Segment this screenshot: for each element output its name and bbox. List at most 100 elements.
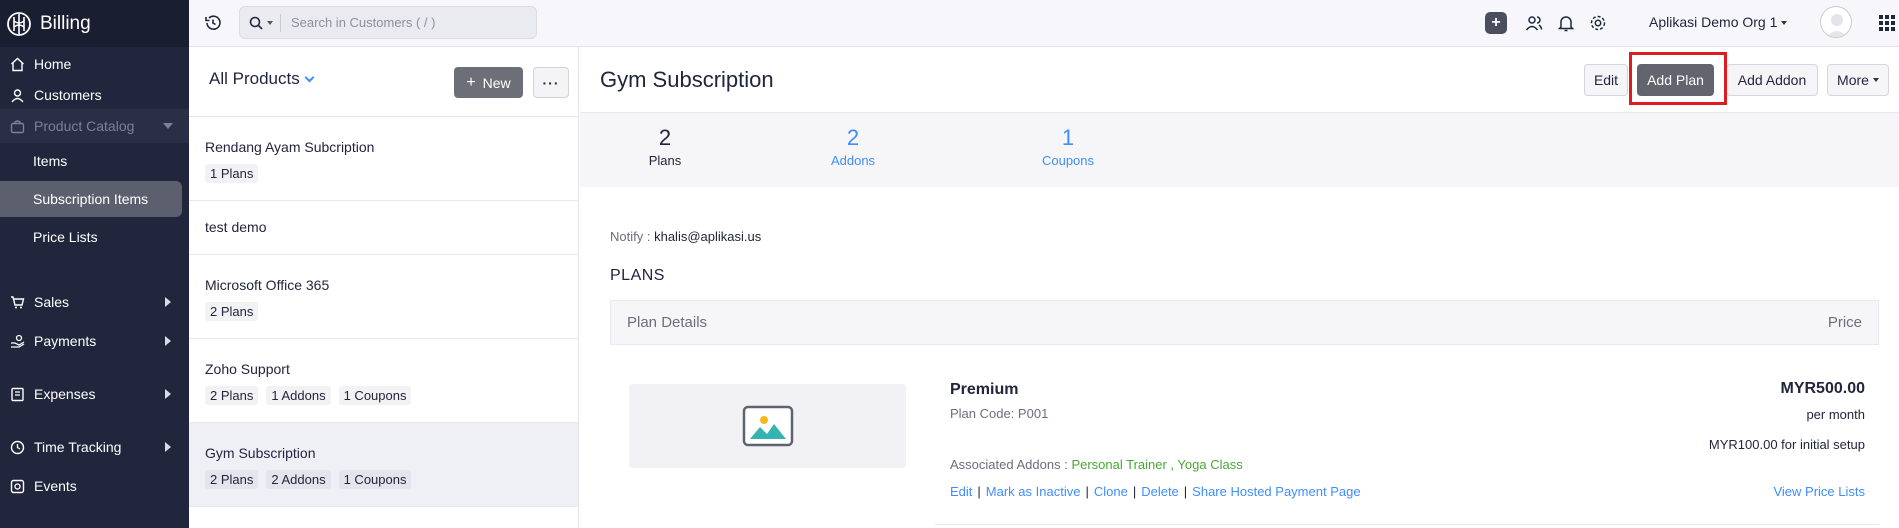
more-options-button[interactable]: ··· bbox=[533, 67, 569, 98]
plan-details-column: Plan Details bbox=[627, 314, 708, 331]
bag-icon bbox=[8, 117, 26, 135]
search-box[interactable] bbox=[239, 6, 537, 39]
sidebar-item-label: Price Lists bbox=[33, 229, 98, 245]
plans-count: 2 bbox=[658, 125, 672, 150]
chevron-right-icon bbox=[165, 389, 171, 399]
search-filter-dropdown-icon[interactable] bbox=[267, 20, 273, 25]
notify-line: Notify : khalis@aplikasi.us bbox=[610, 229, 761, 244]
search-input[interactable] bbox=[291, 15, 511, 30]
product-name: Microsoft Office 365 bbox=[205, 277, 330, 293]
sidebar-item-label: Payments bbox=[34, 333, 97, 349]
sidebar-item-label: Events bbox=[34, 478, 77, 494]
search-icon[interactable] bbox=[249, 16, 263, 30]
billing-logo-icon bbox=[7, 11, 31, 36]
sidebar-item-time-tracking[interactable]: Time Tracking bbox=[0, 430, 189, 464]
sidebar-item-label: Subscription Items bbox=[33, 191, 149, 207]
sidebar-item-price-lists[interactable]: Price Lists bbox=[0, 219, 182, 255]
events-icon bbox=[8, 477, 26, 495]
sidebar-item-payments[interactable]: Payments bbox=[0, 324, 189, 358]
sidebar-item-items[interactable]: Items bbox=[0, 143, 182, 179]
sidebar-item-label: Home bbox=[34, 56, 72, 72]
plans-table-header: Plan Details Price bbox=[610, 300, 1879, 345]
mark-inactive-link[interactable]: Mark as Inactive bbox=[986, 484, 1081, 499]
new-button[interactable]: + New bbox=[454, 67, 523, 98]
list-item[interactable]: Rendang Ayam Subcription 1 Plans bbox=[189, 117, 578, 201]
sidebar-item-events[interactable]: Events bbox=[0, 469, 189, 503]
organization-name: Aplikasi Demo Org 1 bbox=[1649, 14, 1778, 30]
app-title: Billing bbox=[40, 12, 91, 34]
price-column: Price bbox=[1827, 314, 1862, 331]
gear-icon[interactable] bbox=[1588, 13, 1608, 33]
new-button-label: New bbox=[482, 74, 511, 91]
bell-icon[interactable] bbox=[1556, 13, 1576, 33]
sidebar-item-sales[interactable]: Sales bbox=[0, 285, 189, 319]
addons-count: 2 bbox=[846, 125, 860, 150]
plan-billing-period: per month bbox=[1806, 407, 1865, 422]
product-detail-pane: Gym Subscription Edit Add Plan Add Addon… bbox=[580, 47, 1899, 528]
chevron-down-icon bbox=[163, 123, 173, 129]
edit-button[interactable]: Edit bbox=[1584, 64, 1628, 96]
image-icon bbox=[742, 405, 793, 447]
sidebar-item-label: Time Tracking bbox=[34, 439, 122, 455]
sidebar-item-expenses[interactable]: Expenses bbox=[0, 377, 189, 411]
sidebar: Billing Home Customers Product Catalog I… bbox=[0, 0, 189, 528]
sidebar-item-home[interactable]: Home bbox=[0, 47, 189, 81]
plans-count-badge: 1 Plans bbox=[205, 164, 259, 183]
sidebar-item-subscription-items[interactable]: Subscription Items bbox=[0, 181, 182, 217]
chevron-right-icon bbox=[165, 336, 171, 346]
more-button[interactable]: More bbox=[1827, 64, 1889, 96]
add-plan-highlight-box bbox=[1629, 52, 1727, 105]
clock-icon bbox=[8, 438, 26, 456]
delete-link[interactable]: Delete bbox=[1141, 484, 1179, 499]
addons-label: Addons bbox=[830, 153, 876, 168]
plans-label: Plans bbox=[648, 153, 682, 168]
plan-image-placeholder[interactable] bbox=[629, 384, 906, 468]
sidebar-item-label: Customers bbox=[34, 87, 102, 103]
product-list-pane: All Products + New ··· Rendang Ayam Subcr… bbox=[189, 47, 579, 528]
associated-addons-list[interactable]: Personal Trainer , Yoga Class bbox=[1071, 457, 1242, 472]
sidebar-item-customers[interactable]: Customers bbox=[0, 78, 189, 112]
cart-icon bbox=[8, 293, 26, 311]
view-selector[interactable]: All Products bbox=[209, 69, 315, 89]
plan-name: Premium bbox=[950, 381, 1019, 398]
list-item[interactable]: Microsoft Office 365 2 Plans bbox=[189, 255, 578, 339]
view-price-lists-link[interactable]: View Price Lists bbox=[1773, 484, 1865, 499]
sidebar-item-label: Product Catalog bbox=[34, 118, 135, 134]
organization-switcher[interactable]: Aplikasi Demo Org 1 bbox=[1649, 14, 1788, 30]
app-launcher-icon[interactable] bbox=[1879, 15, 1895, 31]
edit-button-label: Edit bbox=[1593, 72, 1619, 88]
avatar[interactable] bbox=[1820, 6, 1852, 38]
list-item[interactable]: test demo bbox=[189, 201, 578, 255]
plans-stat[interactable]: 2 Plans bbox=[615, 125, 715, 168]
list-item[interactable]: Zoho Support 2 Plans 1 Addons 1 Coupons bbox=[189, 339, 578, 423]
payment-icon bbox=[8, 332, 26, 350]
clone-link[interactable]: Clone bbox=[1094, 484, 1128, 499]
coupons-label: Coupons bbox=[1041, 153, 1095, 168]
list-item-selected[interactable]: Gym Subscription 2 Plans 2 Addons 1 Coup… bbox=[189, 423, 578, 507]
referral-icon[interactable] bbox=[1524, 13, 1544, 33]
coupons-stat[interactable]: 1 Coupons bbox=[1018, 125, 1118, 168]
add-addon-button-label: Add Addon bbox=[1737, 72, 1807, 88]
plan-setup-fee: MYR100.00 for initial setup bbox=[1708, 437, 1865, 452]
product-name: test demo bbox=[205, 219, 267, 235]
chevron-right-icon bbox=[165, 442, 171, 452]
sidebar-item-product-catalog[interactable]: Product Catalog bbox=[0, 109, 189, 143]
add-addon-button[interactable]: Add Addon bbox=[1726, 64, 1818, 96]
plans-heading: PLANS bbox=[610, 267, 665, 284]
plans-count-badge: 2 Plans bbox=[205, 470, 259, 489]
product-name: Zoho Support bbox=[205, 361, 290, 377]
quick-create-button[interactable]: + bbox=[1485, 12, 1507, 34]
notify-label: Notify : bbox=[610, 229, 651, 244]
plan-edit-link[interactable]: Edit bbox=[950, 484, 972, 499]
coupons-count: 1 bbox=[1061, 125, 1075, 150]
view-title: All Products bbox=[209, 69, 300, 88]
brand[interactable]: Billing bbox=[0, 0, 189, 47]
addons-stat[interactable]: 2 Addons bbox=[803, 125, 903, 168]
history-icon[interactable] bbox=[203, 13, 223, 33]
divider bbox=[935, 524, 1879, 525]
addons-count-badge: 2 Addons bbox=[266, 470, 331, 489]
plans-count-badge: 2 Plans bbox=[205, 386, 259, 405]
share-hosted-payment-page-link[interactable]: Share Hosted Payment Page bbox=[1192, 484, 1360, 499]
product-name: Gym Subscription bbox=[205, 445, 316, 461]
list-header: All Products + New ··· bbox=[189, 47, 578, 117]
